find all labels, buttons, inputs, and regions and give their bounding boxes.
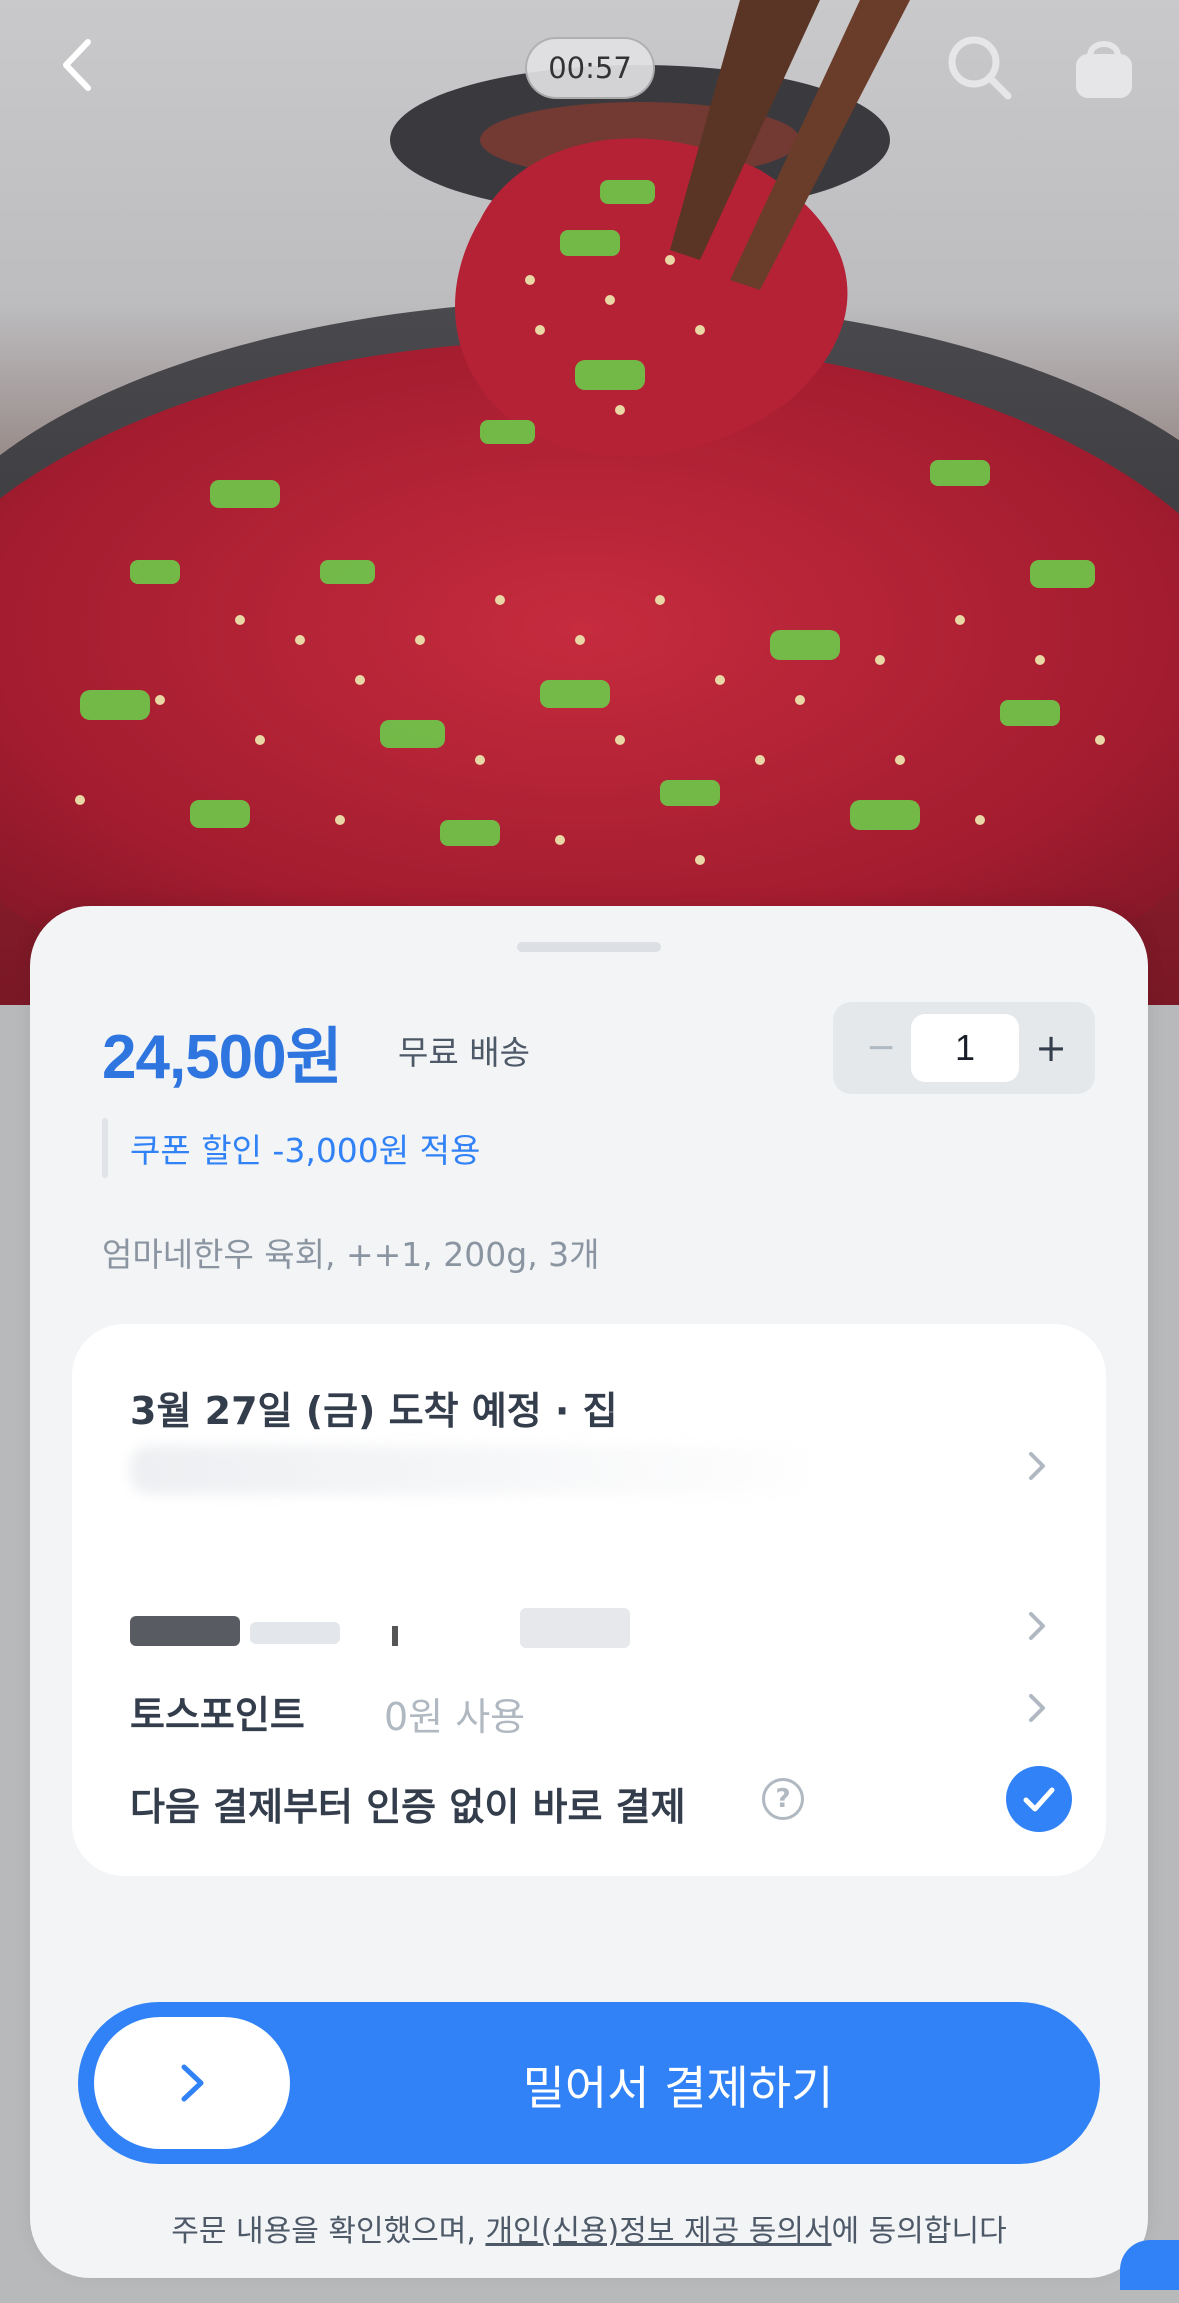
privacy-consent-link[interactable]: 개인(신용)정보 제공 동의서 [485,2214,831,2249]
chevron-right-icon [1029,1452,1045,1480]
beef-tartare-illustration [0,0,1179,1005]
quick-pay-label: 다음 결제부터 인증 없이 바로 결제 [130,1785,686,1829]
payment-method-row[interactable] [72,1582,1106,1672]
chevron-right-icon [181,2064,204,2102]
cart-button[interactable] [1066,30,1142,106]
chevron-right-icon [1029,1612,1045,1640]
chevron-left-icon [63,39,91,91]
background-button-edge [1120,2240,1179,2290]
slide-to-pay-knob[interactable] [94,2017,290,2149]
product-price: 24,500원 [102,1023,343,1092]
quick-pay-checkbox[interactable] [1006,1766,1072,1832]
agreement-prefix: 주문 내용을 확인했으며, [171,2214,486,2249]
search-button[interactable] [942,30,1018,106]
shipping-label: 무료 배송 [398,1033,530,1072]
toss-points-label: 토스포인트 [130,1693,305,1737]
quantity-stepper: − 1 + [833,1002,1095,1094]
checkout-options-card: 3월 27일 (금) 도착 예정 · 집 토스포인트 0원 사용 다음 결제부터… [72,1324,1106,1876]
delivery-estimate: 3월 27일 (금) 도착 예정 · 집 [130,1389,618,1433]
shopping-bag-icon [1076,41,1132,98]
toss-points-value: 0원 사용 [384,1695,526,1739]
toss-points-row[interactable]: 토스포인트 0원 사용 [72,1662,1106,1752]
slide-to-pay-track: 밀어서 결제하기 [78,2002,1100,2164]
search-icon [948,36,1012,100]
help-icon[interactable]: ? [762,1778,804,1820]
delivery-address-row[interactable]: 3월 27일 (금) 도착 예정 · 집 [72,1324,1106,1494]
coupon-discount-text: 쿠폰 할인 -3,000원 적용 [130,1131,481,1170]
increase-quantity-button[interactable]: + [1019,1016,1083,1080]
product-description: 엄마네한우 육회, ++1, 200g, 3개 [102,1235,600,1274]
quick-pay-row: 다음 결제부터 인증 없이 바로 결제 ? [72,1748,1106,1848]
quantity-value[interactable]: 1 [911,1014,1019,1082]
checkmark-icon [1023,1787,1055,1812]
checkout-sheet: 24,500원 무료 배송 − 1 + 쿠폰 할인 -3,000원 적용 엄마네… [30,906,1148,2278]
agreement-suffix: 에 동의합니다 [831,2214,1007,2249]
chevron-right-icon [1029,1694,1045,1722]
timer-badge: 00:57 [525,37,655,99]
slide-to-pay-label: 밀어서 결제하기 [522,2061,834,2115]
product-hero-image: 00:57 [0,0,1179,1005]
decrease-quantity-button[interactable]: − [851,1016,911,1080]
sheet-drag-handle[interactable] [517,942,661,952]
redacted-payment-method [130,1608,630,1648]
coupon-divider [102,1118,108,1178]
redacted-address [130,1446,810,1494]
agreement-text: 주문 내용을 확인했으며, 개인(신용)정보 제공 동의서에 동의합니다 [30,2206,1148,2250]
back-button[interactable] [50,30,110,100]
